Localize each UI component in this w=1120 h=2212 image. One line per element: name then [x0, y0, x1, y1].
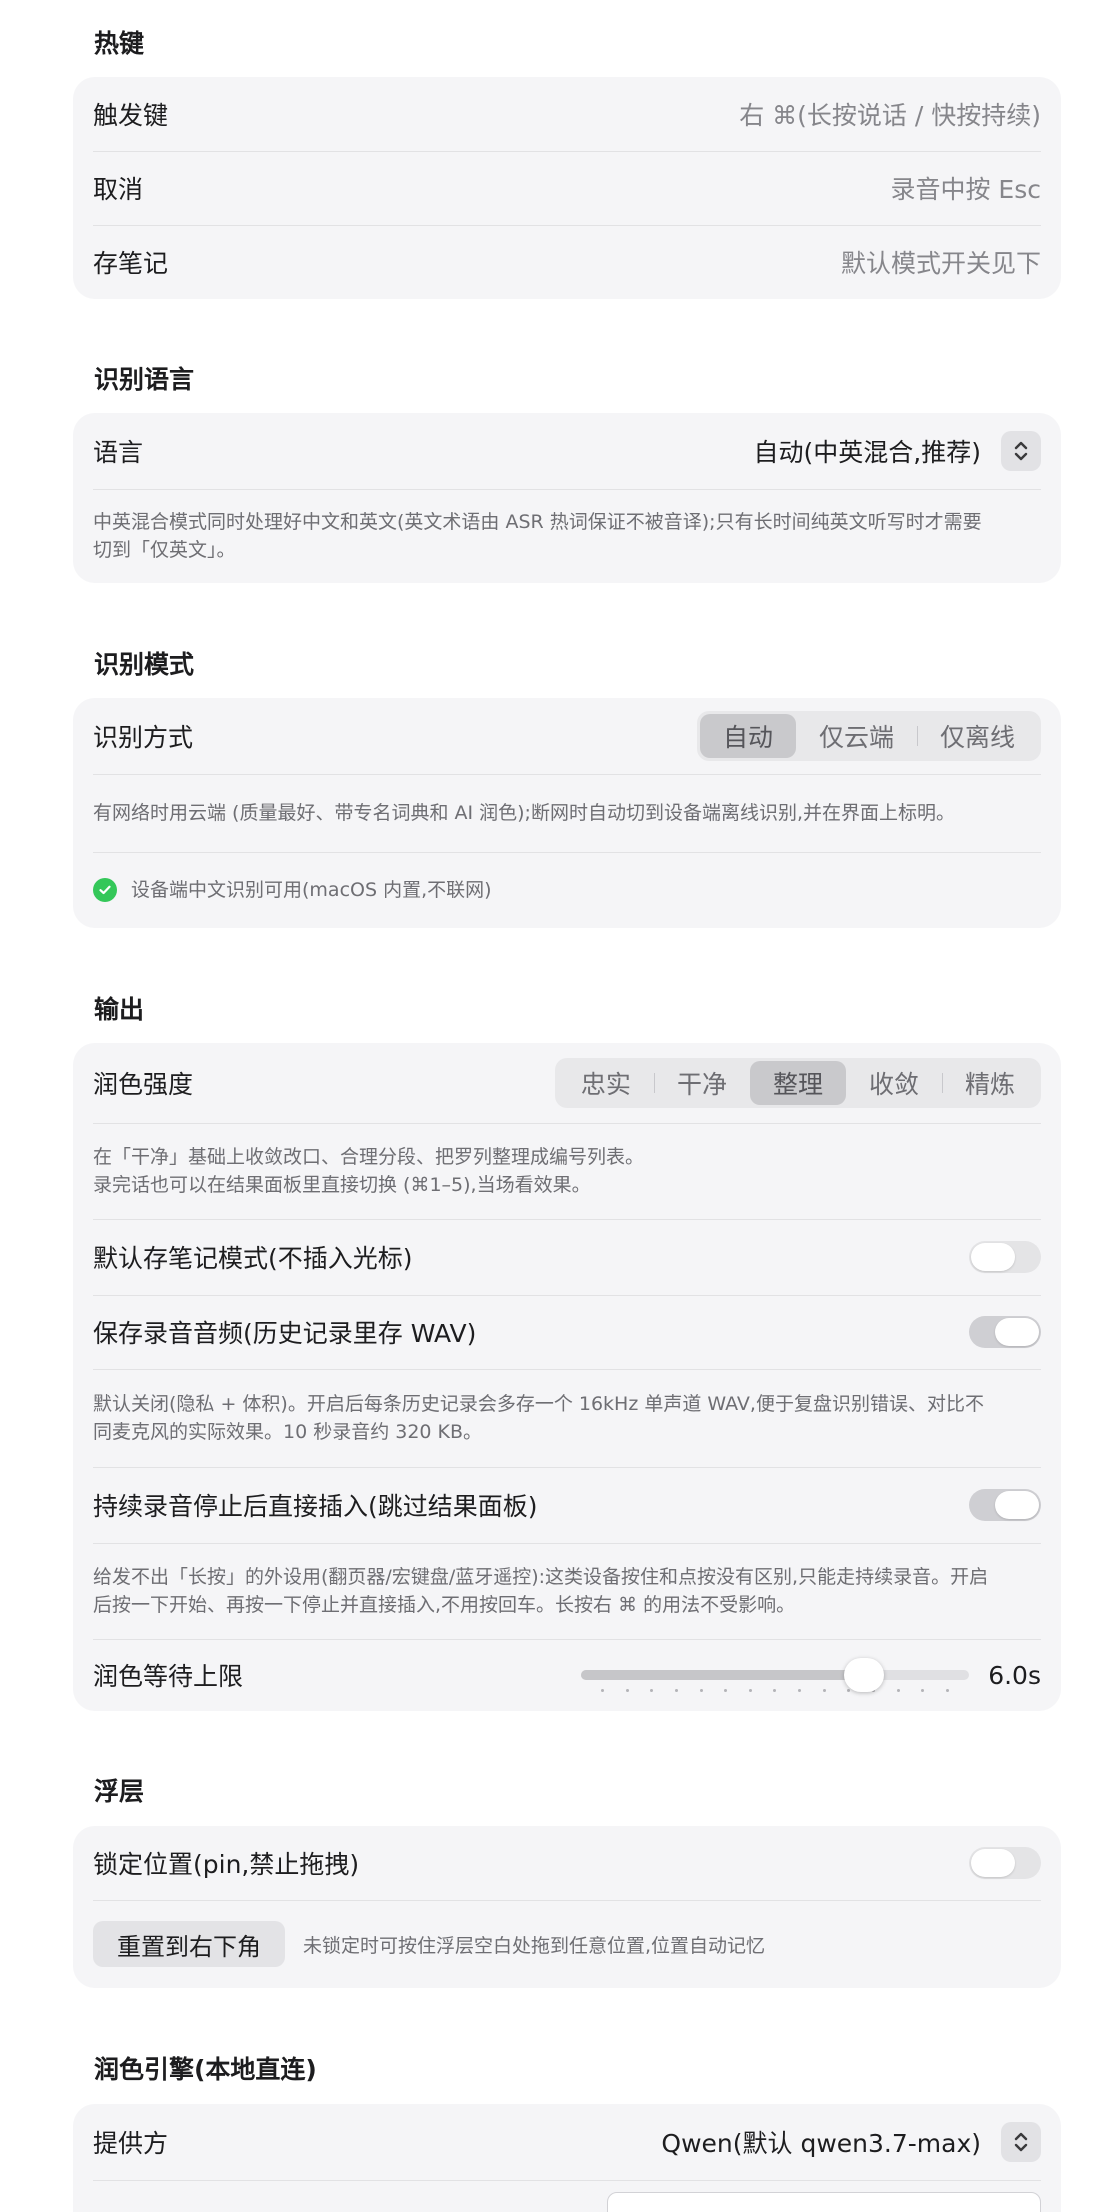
polish-option-refine[interactable]: 精炼: [941, 1061, 1038, 1105]
timeout-row: 润色等待上限 6.0s: [73, 1639, 1061, 1711]
polish-option-faithful[interactable]: 忠实: [558, 1061, 654, 1105]
timeout-slider[interactable]: [581, 1655, 969, 1695]
polish-option-converge[interactable]: 收敛: [846, 1061, 942, 1105]
provider-row: 提供方 Qwen(默认 qwen3.7-max): [73, 2104, 1061, 2180]
reset-position-hint: 未锁定时可按住浮层空白处拖到任意位置,位置自动记忆: [303, 1934, 766, 1957]
provider-label: 提供方: [93, 2129, 169, 2158]
mode-status-text: 设备端中文识别可用(macOS 内置,不联网): [131, 879, 492, 901]
save-audio-note-line-2: 同麦克风的实际效果。10 秒录音约 320 KB。: [93, 1421, 483, 1443]
mode-option-offline[interactable]: 仅离线: [916, 714, 1038, 758]
mode-row: 识别方式 自动 仅云端 仅离线: [73, 698, 1061, 774]
polish-option-organize[interactable]: 整理: [749, 1061, 846, 1105]
language-card: 语言 自动(中英混合,推荐) 中英混合模式同时处理好中文和英文(英文术语由 AS…: [73, 413, 1061, 583]
save-audio-label: 保存录音音频(历史记录里存 WAV): [93, 1319, 477, 1348]
mode-option-auto[interactable]: 自动: [699, 714, 796, 758]
checkmark-circle-icon: [93, 878, 117, 902]
polish-option-clean[interactable]: 干净: [653, 1061, 750, 1105]
language-popup-value: 自动(中英混合,推荐): [753, 438, 981, 467]
slider-ticks: [601, 1689, 949, 1693]
up-down-chevron-icon[interactable]: [1001, 2122, 1041, 2162]
provider-popup[interactable]: Qwen(默认 qwen3.7-max): [661, 2122, 1041, 2162]
toggle-knob: [995, 1491, 1039, 1519]
save-note-key-value: 默认模式开关见下: [840, 249, 1041, 278]
toggle-knob: [971, 1849, 1015, 1877]
trigger-key-value: 右 ⌘(长按说话 / 快按持续): [739, 101, 1041, 130]
mode-card: 识别方式 自动 仅云端 仅离线 有网络时用云端 (质量最好、带专名词典和 AI …: [73, 698, 1061, 928]
polish-strength-label: 润色强度: [93, 1070, 194, 1099]
save-audio-note-line-1: 默认关闭(隐私 + 体积)。开启后每条历史记录会多存一个 16kHz 单声道 W…: [93, 1393, 984, 1415]
up-down-chevron-icon[interactable]: [1001, 431, 1041, 471]
section-title-overlay: 浮层: [94, 1777, 145, 1806]
polish-segmented-control: 忠实 干净 整理 收敛 精炼: [554, 1058, 1041, 1108]
slider-thumb[interactable]: [844, 1658, 885, 1692]
direct-insert-toggle[interactable]: [969, 1489, 1041, 1521]
save-audio-note: 默认关闭(隐私 + 体积)。开启后每条历史记录会多存一个 16kHz 单声道 W…: [73, 1369, 1061, 1467]
toggle-knob: [995, 1318, 1039, 1346]
hotkey-row-trigger: 触发键 右 ⌘(长按说话 / 快按持续): [73, 77, 1061, 151]
section-title-hotkeys: 热键: [94, 29, 145, 58]
slider-track: [581, 1670, 969, 1680]
note-mode-row: 默认存笔记模式(不插入光标): [73, 1219, 1061, 1295]
polish-strength-row: 润色强度 忠实 干净 整理 收敛 精炼: [73, 1043, 1061, 1123]
provider-popup-value: Qwen(默认 qwen3.7-max): [661, 2129, 981, 2158]
timeout-value: 6.0s: [988, 1660, 1041, 1690]
reset-position-button[interactable]: 重置到右下角: [93, 1921, 285, 1967]
hotkey-row-save-note: 存笔记 默认模式开关见下: [73, 225, 1061, 299]
direct-insert-note-line-1: 给发不出「长按」的外设用(翻页器/宏键盘/蓝牙遥控):这类设备按住和点按没有区别…: [93, 1566, 989, 1588]
mode-option-cloud[interactable]: 仅云端: [796, 714, 917, 758]
lock-position-toggle[interactable]: [969, 1847, 1041, 1879]
mode-status-row: 设备端中文识别可用(macOS 内置,不联网): [73, 852, 1061, 928]
cancel-key-value: 录音中按 Esc: [890, 175, 1041, 204]
direct-insert-note: 给发不出「长按」的外设用(翻页器/宏键盘/蓝牙遥控):这类设备按住和点按没有区别…: [73, 1543, 1061, 1639]
save-note-key-label: 存笔记: [93, 249, 169, 278]
section-title-engine: 润色引擎(本地直连): [94, 2055, 317, 2084]
note-mode-label: 默认存笔记模式(不插入光标): [93, 1244, 413, 1273]
direct-insert-row: 持续录音停止后直接插入(跳过结果面板): [73, 1467, 1061, 1543]
timeout-label: 润色等待上限: [93, 1662, 244, 1691]
engine-card: 提供方 Qwen(默认 qwen3.7-max): [73, 2104, 1061, 2212]
language-label: 语言: [93, 438, 144, 467]
mode-segmented-control: 自动 仅云端 仅离线: [696, 711, 1041, 761]
slider-fill: [581, 1670, 865, 1680]
engine-next-row: [73, 2180, 1061, 2212]
language-row: 语言 自动(中英混合,推荐): [73, 413, 1061, 489]
lock-position-label: 锁定位置(pin,禁止拖拽): [93, 1850, 360, 1879]
language-note-line-1: 中英混合模式同时处理好中文和英文(英文术语由 ASR 热词保证不被音译);只有长…: [93, 511, 982, 533]
direct-insert-label: 持续录音停止后直接插入(跳过结果面板): [93, 1492, 538, 1521]
engine-text-field[interactable]: [607, 2192, 1041, 2212]
section-title-mode: 识别模式: [94, 650, 195, 679]
toggle-knob: [971, 1243, 1015, 1271]
overlay-card: 锁定位置(pin,禁止拖拽) 重置到右下角 未锁定时可按住浮层空白处拖到任意位置…: [73, 1826, 1061, 1988]
polish-note: 在「干净」基础上收敛改口、合理分段、把罗列整理成编号列表。 录完话也可以在结果面…: [73, 1123, 1061, 1219]
reset-position-row: 重置到右下角 未锁定时可按住浮层空白处拖到任意位置,位置自动记忆: [73, 1900, 1061, 1988]
lock-position-row: 锁定位置(pin,禁止拖拽): [73, 1826, 1061, 1900]
language-popup[interactable]: 自动(中英混合,推荐): [754, 431, 1041, 471]
direct-insert-note-line-2: 后按一下开始、再按一下停止并直接插入,不用按回车。长按右 ⌘ 的用法不受影响。: [93, 1594, 796, 1616]
hotkeys-card: 触发键 右 ⌘(长按说话 / 快按持续) 取消 录音中按 Esc 存笔记 默认模…: [73, 77, 1061, 299]
section-title-output: 输出: [94, 995, 145, 1024]
cancel-key-label: 取消: [93, 175, 144, 204]
section-title-language: 识别语言: [94, 365, 195, 394]
language-note: 中英混合模式同时处理好中文和英文(英文术语由 ASR 热词保证不被音译);只有长…: [73, 489, 1061, 583]
output-card: 润色强度 忠实 干净 整理 收敛 精炼 在「干净」基础上收敛改口、合理分段、把罗…: [73, 1043, 1061, 1711]
note-mode-toggle[interactable]: [969, 1241, 1041, 1273]
polish-note-line-1: 在「干净」基础上收敛改口、合理分段、把罗列整理成编号列表。: [93, 1146, 645, 1168]
polish-note-line-2: 录完话也可以在结果面板里直接切换 (⌘1–5),当场看效果。: [93, 1174, 591, 1196]
mode-note: 有网络时用云端 (质量最好、带专名词典和 AI 润色);断网时自动切到设备端离线…: [73, 774, 1061, 852]
mode-label: 识别方式: [93, 723, 194, 752]
trigger-key-label: 触发键: [93, 101, 169, 130]
save-audio-row: 保存录音音频(历史记录里存 WAV): [73, 1295, 1061, 1369]
language-note-line-2: 切到「仅英文」。: [93, 539, 236, 561]
save-audio-toggle[interactable]: [969, 1316, 1041, 1348]
hotkey-row-cancel: 取消 录音中按 Esc: [73, 151, 1061, 225]
